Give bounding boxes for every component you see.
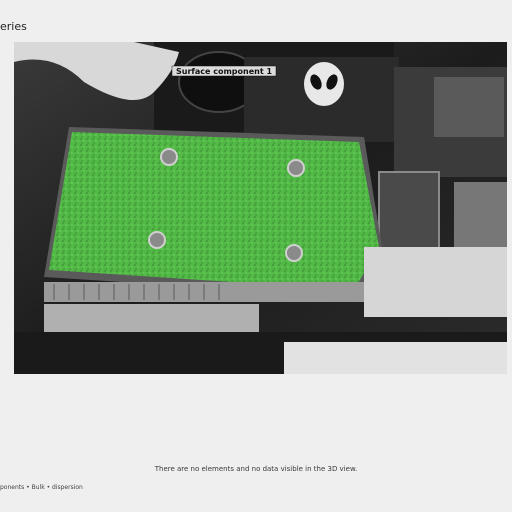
3d-viewport[interactable]: Surface component 1 [14,42,507,374]
scene-render[interactable]: Surface component 1 [14,42,507,374]
info-message: There are no elements and no data visibl… [154,465,358,473]
surface-component [49,132,379,290]
component-label: Surface component 1 [176,67,272,76]
screw-3 [148,231,166,249]
page: eries Surface component 1 There are no e… [0,0,512,512]
heatsink-small [454,182,507,252]
screw-4 [285,244,303,262]
chip-block [434,77,504,137]
legend-text: ponents • Bulk • dispersion [0,484,83,491]
page-title: eries [0,20,27,33]
screw-1 [160,148,178,166]
white-base [284,342,507,374]
connector-slot [378,171,440,253]
alien-head-icon [304,62,344,106]
white-card [364,247,507,317]
screw-2 [287,159,305,177]
